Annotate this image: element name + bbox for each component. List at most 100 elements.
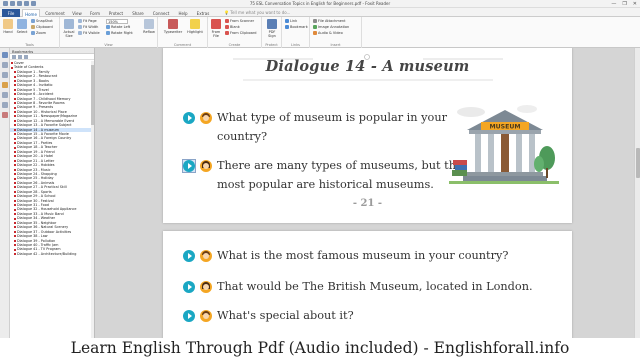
speaker-a-avatar (200, 310, 212, 322)
link-button[interactable]: Link (285, 19, 297, 24)
tab-comment[interactable]: Comment (43, 9, 67, 17)
minimize-button[interactable]: — (611, 1, 616, 7)
ground (449, 181, 559, 184)
tab-help[interactable]: Help (175, 9, 191, 17)
link-icon (285, 19, 289, 23)
dialogue-line-cont: country? (217, 130, 268, 143)
hand-button[interactable]: Hand (1, 19, 15, 34)
fit-page-button[interactable]: Fit Page (78, 19, 97, 24)
bookmarks-panel: Bookmarks Cover Table of Contents Dialogue… (10, 48, 95, 338)
highlight-button[interactable]: Highlight (186, 19, 204, 34)
rotate-left-button[interactable]: Rotate Left (106, 25, 130, 30)
security-panel-icon[interactable] (2, 112, 8, 118)
navigation-rail (0, 48, 10, 338)
hand-icon (3, 19, 13, 29)
tab-connect[interactable]: Connect (149, 9, 173, 17)
pages-panel-icon[interactable] (2, 62, 8, 68)
tab-extras[interactable]: Extras (193, 9, 213, 17)
document-viewport[interactable]: Dialogue 14 - A museum What type of muse… (95, 48, 640, 338)
pdf-page-22: What is the most famous museum in your c… (163, 231, 572, 338)
museum-entablature (469, 130, 541, 134)
fit-visible-icon (78, 31, 82, 35)
scrollbar-thumb[interactable] (91, 65, 94, 125)
document-scrollbar[interactable] (634, 48, 640, 338)
highlight-icon (190, 19, 200, 29)
paperclip-icon (313, 19, 317, 23)
tell-me-input[interactable]: 💡 Tell me what you want to do... (224, 10, 290, 15)
ribbon: Hand Select SnapShot Clipboard Zoom Tool… (0, 17, 640, 48)
pen-sign-icon (267, 19, 277, 29)
bookmark-list: Cover Table of Contents Dialogue 1 - Famil… (10, 60, 94, 256)
dialogue-line-cont: most popular are historical museums. (217, 178, 434, 191)
play-audio-icon[interactable] (183, 160, 195, 172)
bookmark-button[interactable]: Bookmark (285, 25, 308, 30)
actual-size-icon (64, 19, 74, 29)
close-button[interactable]: ✕ (633, 1, 637, 7)
from-scanner-button[interactable]: From Scanner (225, 19, 254, 24)
dialogue-line: What's special about it? (217, 309, 354, 322)
cloud-left (457, 107, 485, 117)
protect-group: PDF Sign Protect (262, 17, 282, 48)
window-controls: — ❐ ✕ (611, 1, 637, 7)
reflow-button[interactable]: Reflow (142, 19, 156, 34)
select-icon (17, 19, 27, 29)
play-audio-icon[interactable] (183, 112, 195, 124)
clipboard-button[interactable]: Clipboard (31, 25, 53, 30)
book-icon (452, 170, 467, 176)
title-bar: 75 ESL Conversation Topics in English fo… (0, 0, 640, 8)
zoom-select[interactable]: 150% (106, 19, 128, 24)
maximize-button[interactable]: ❐ (622, 1, 626, 7)
fit-width-icon (78, 25, 82, 29)
fit-visible-button[interactable]: Fit Visible (78, 31, 100, 36)
tab-home[interactable]: Home (22, 9, 40, 17)
expand-icon[interactable] (12, 55, 16, 59)
tab-protect[interactable]: Protect (105, 9, 127, 17)
zoom-icon (31, 31, 35, 35)
dialogue-line: That would be The British Museum, locate… (217, 280, 533, 293)
tab-share[interactable]: Share (129, 9, 147, 17)
play-audio-icon[interactable] (183, 281, 195, 293)
image-annotation-button[interactable]: Image Annotation (313, 25, 349, 30)
from-file-button[interactable]: From File (209, 19, 223, 38)
dialogue-line: What type of museum is popular in your (217, 111, 448, 124)
snapshot-button[interactable]: SnapShot (31, 19, 53, 24)
select-button[interactable]: Select (15, 19, 29, 34)
audio-video-button[interactable]: Audio & Video (313, 31, 343, 36)
tab-view[interactable]: View (69, 9, 85, 17)
cloud-right (517, 105, 537, 113)
tools-group: Hand Select SnapShot Clipboard Zoom Tool… (0, 17, 60, 48)
comments-panel-icon[interactable] (2, 82, 8, 88)
blank-button[interactable]: Blank (225, 25, 240, 30)
scanner-icon (225, 19, 229, 23)
dialogue-title: Dialogue 14 - A museum (265, 58, 470, 75)
reflow-icon (144, 19, 154, 29)
museum-base (463, 176, 547, 181)
typewriter-button[interactable]: Typewriter (163, 19, 183, 34)
museum-step (467, 172, 543, 176)
speaker-b-avatar (200, 160, 212, 172)
book-icon (455, 165, 467, 170)
bookmark-panel-icon[interactable] (2, 52, 8, 58)
museum-column (516, 134, 522, 172)
add-bookmark-icon[interactable] (18, 55, 22, 59)
pdf-sign-button[interactable]: PDF Sign (265, 19, 279, 38)
zoom-button[interactable]: Zoom (31, 31, 46, 36)
file-attachment-button[interactable]: File Attachment (313, 19, 346, 24)
tab-file[interactable]: File (2, 9, 20, 17)
page-number: - 21 - (352, 198, 383, 209)
fit-width-button[interactable]: Fit Width (78, 25, 98, 30)
play-audio-icon[interactable] (183, 310, 195, 322)
play-audio-icon[interactable] (183, 250, 195, 262)
speaker-b-avatar (200, 281, 212, 293)
from-clipboard-button[interactable]: From Clipboard (225, 31, 257, 36)
signature-panel-icon[interactable] (2, 102, 8, 108)
bookmarks-scrollbar[interactable] (91, 61, 94, 338)
rotate-right-button[interactable]: Rotate Right (106, 31, 133, 36)
delete-bookmark-icon[interactable] (24, 55, 28, 59)
bookmark-item[interactable]: Dialogue 42 - Architecture/Building (10, 252, 94, 256)
scrollbar-thumb[interactable] (636, 148, 640, 178)
actual-size-button[interactable]: Actual Size (62, 19, 76, 38)
tab-form[interactable]: Form (87, 9, 103, 17)
layers-panel-icon[interactable] (2, 72, 8, 78)
attachments-panel-icon[interactable] (2, 92, 8, 98)
